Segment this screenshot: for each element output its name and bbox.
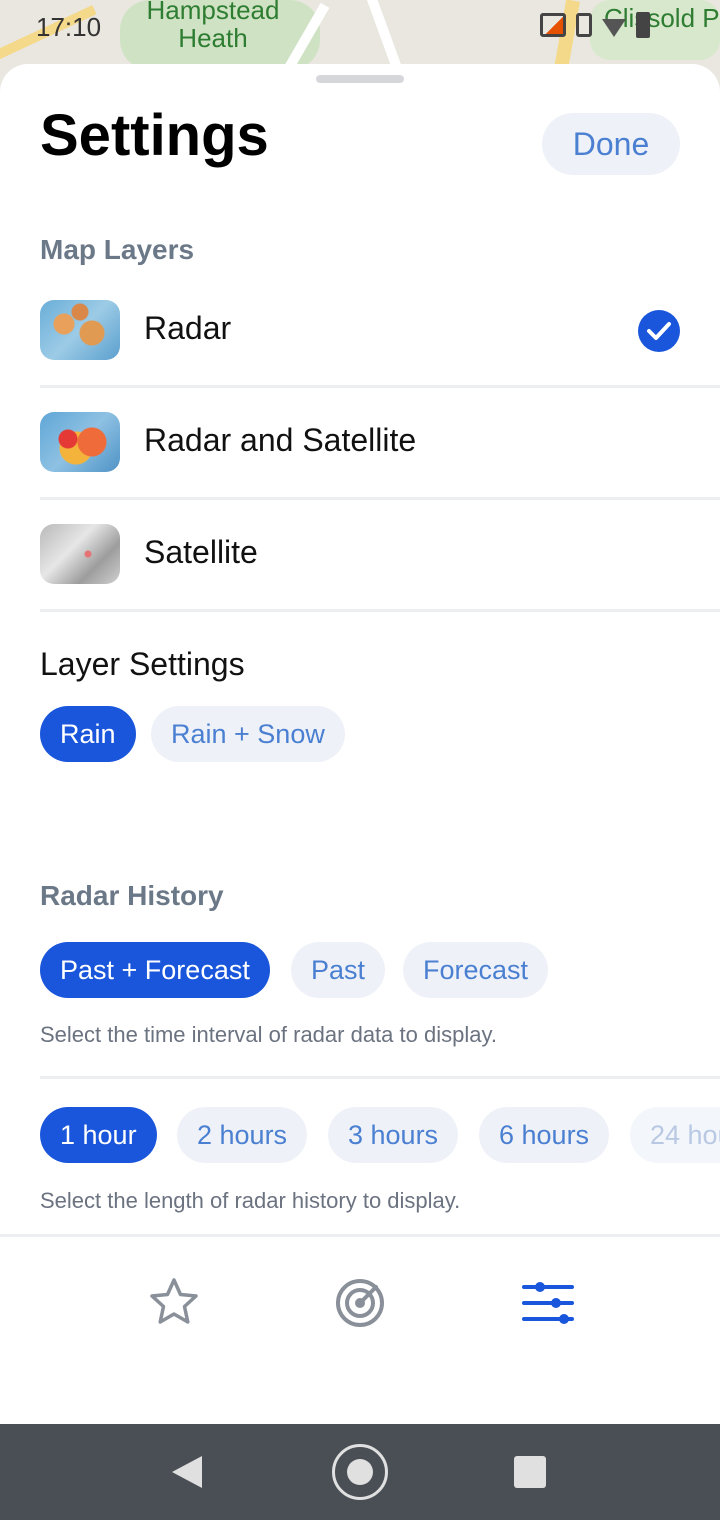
back-icon[interactable]: [172, 1456, 202, 1488]
settings-sheet: Settings Done Map Layers Radar Radar and…: [0, 64, 720, 1424]
chip-2-hours[interactable]: 2 hours: [177, 1107, 308, 1163]
layer-settings-heading: Layer Settings: [40, 646, 245, 682]
radar-length-helper: Select the length of radar history to di…: [40, 1188, 461, 1213]
divider: [40, 1076, 720, 1079]
layer-option-radar[interactable]: Radar: [40, 276, 720, 388]
layer-option-label: Satellite: [144, 534, 258, 570]
chip-forecast[interactable]: Forecast: [403, 942, 549, 998]
radar-thumbnail: [40, 300, 120, 360]
home-icon[interactable]: [332, 1444, 388, 1500]
layer-option-label: Radar: [144, 310, 232, 346]
chip-24-hours[interactable]: 24 hours: [630, 1107, 720, 1163]
history-length-chip-row[interactable]: 1 hour 2 hours 3 hours 6 hours 24 hours: [0, 1107, 720, 1167]
map-place-label: Hampstead Heath: [146, 0, 280, 53]
bottom-tab-bar: [0, 1234, 720, 1360]
status-time: 17:10: [36, 12, 102, 42]
map-layers-heading: Map Layers: [40, 234, 195, 265]
chip-rain[interactable]: Rain: [40, 706, 136, 762]
sliders-icon: [522, 1282, 574, 1324]
radar-history-heading: Radar History: [40, 880, 224, 911]
recents-icon[interactable]: [514, 1456, 546, 1488]
chip-6-hours[interactable]: 6 hours: [479, 1107, 610, 1163]
drag-handle[interactable]: [316, 75, 404, 83]
satellite-thumbnail: [40, 524, 120, 584]
status-icons: [540, 12, 650, 38]
chip-1-hour[interactable]: 1 hour: [40, 1107, 157, 1163]
chip-3-hours[interactable]: 3 hours: [328, 1107, 459, 1163]
done-button[interactable]: Done: [542, 113, 680, 175]
layer-option-radar-satellite[interactable]: Radar and Satellite: [40, 388, 720, 500]
tab-radar[interactable]: [332, 1275, 388, 1331]
chip-rain-snow[interactable]: Rain + Snow: [151, 706, 345, 762]
radar-interval-helper: Select the time interval of radar data t…: [40, 1022, 497, 1047]
vibrate-icon: [576, 13, 592, 37]
system-navigation-bar: [0, 1424, 720, 1520]
chip-past[interactable]: Past: [291, 942, 386, 998]
star-icon: [150, 1278, 198, 1324]
tab-favorites[interactable]: [146, 1275, 202, 1331]
cast-icon: [540, 13, 566, 37]
layer-option-satellite[interactable]: Satellite: [40, 500, 720, 612]
radar-satellite-thumbnail: [40, 412, 120, 472]
layer-option-label: Radar and Satellite: [144, 422, 417, 458]
chip-past-forecast[interactable]: Past + Forecast: [40, 942, 270, 998]
checkmark-icon: [638, 310, 680, 352]
battery-icon: [636, 12, 650, 38]
wifi-icon: [602, 19, 626, 37]
radar-icon: [336, 1279, 384, 1327]
page-title: Settings: [40, 103, 269, 168]
tab-settings[interactable]: [520, 1275, 576, 1331]
